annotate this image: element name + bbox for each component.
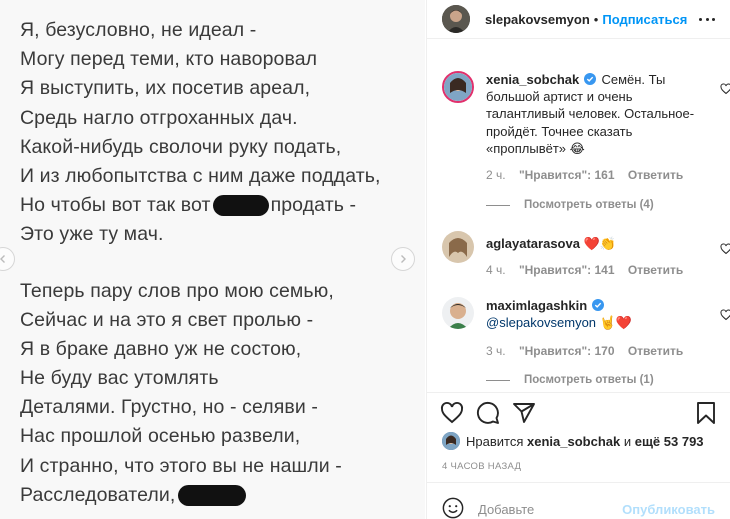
poem-line-part: продать - — [270, 194, 357, 217]
poem-text: Я, безусловно, не идеал - Могу перед тем… — [20, 16, 381, 510]
comment-body: aglayatarasova ❤️👏 — [486, 235, 708, 252]
divider — [486, 204, 510, 206]
avatar-image — [444, 73, 472, 101]
verified-icon — [583, 73, 596, 85]
divider — [427, 392, 730, 393]
poem-line: Это уже ту мач. — [20, 223, 164, 246]
prev-slide-button[interactable] — [0, 247, 15, 271]
comment-time: 3 ч. — [486, 344, 506, 358]
redaction-bar — [212, 195, 269, 217]
likes-user[interactable]: xenia_sobchak — [527, 434, 620, 449]
view-replies-button[interactable]: Посмотреть ответы (4) — [486, 199, 654, 211]
chevron-right-icon — [401, 255, 406, 263]
poem-line: Не буду вас утомлять — [20, 367, 219, 390]
poem-line-part: Но чтобы вот так вот — [20, 194, 211, 217]
verified-icon — [591, 299, 604, 311]
reply-button[interactable]: Ответить — [628, 344, 683, 358]
comment-likes[interactable]: "Нравится": 170 — [519, 344, 615, 358]
comment-body: xenia_sobchak Семён. Ты большой артист и… — [486, 71, 708, 157]
chevron-left-icon — [0, 255, 5, 263]
avatar-image — [442, 231, 474, 263]
comment-meta: 4 ч. "Нравится": 141 Ответить — [486, 263, 693, 277]
poem-line: И странно, что этого вы не нашли - — [20, 454, 342, 477]
view-replies-button[interactable]: Посмотреть ответы (1) — [486, 374, 654, 386]
comment-icon[interactable] — [476, 401, 500, 425]
author-username[interactable]: slepakovsemyon — [485, 12, 590, 27]
comment-input[interactable]: Добавьте — [478, 502, 534, 517]
post-header: slepakovsemyon • Подписаться — [427, 0, 730, 38]
next-slide-button[interactable] — [391, 247, 415, 271]
comment-time: 4 ч. — [486, 263, 506, 277]
comment-body: maximlagashkin @slepakovsemyon 🤘❤️ — [486, 297, 708, 331]
more-icon[interactable] — [699, 11, 715, 27]
comment-item: xenia_sobchak Семён. Ты большой артист и… — [442, 71, 730, 191]
comment-username[interactable]: aglayatarasova — [486, 236, 580, 251]
heart-icon[interactable] — [720, 243, 730, 255]
avatar[interactable] — [442, 231, 474, 263]
share-icon[interactable] — [512, 401, 536, 425]
post-sidebar: slepakovsemyon • Подписаться xenia_sobch… — [426, 0, 730, 519]
comment-likes[interactable]: "Нравится": 161 — [519, 168, 615, 182]
divider — [486, 379, 510, 381]
separator-dot: • — [593, 11, 599, 27]
poem-line: Средь нагло отгроханных дач. — [20, 106, 298, 129]
view-replies-label: Посмотреть ответы (4) — [524, 199, 654, 211]
comment-username[interactable]: maximlagashkin — [486, 298, 587, 313]
heart-icon[interactable] — [720, 309, 730, 321]
poem-line: Могу перед теми, кто наворовал — [20, 48, 318, 71]
publish-button[interactable]: Опубликовать — [622, 502, 715, 517]
redaction-bar — [178, 485, 247, 507]
reply-button[interactable]: Ответить — [628, 263, 683, 277]
avatar-image — [442, 432, 460, 450]
comment-item: aglayatarasova ❤️👏 4 ч. "Нравится": 141 … — [442, 231, 730, 281]
likes-summary: Нравится xenia_sobchak и ещё 53 793 — [442, 432, 704, 450]
poem-line: Нас прошлой осенью развели, — [20, 425, 301, 448]
bookmark-icon[interactable] — [694, 401, 718, 425]
poem-line: Сейчас и на это я свет пролью - — [20, 308, 314, 331]
poem-line: Я в браке давно уж не состою, — [20, 337, 302, 360]
comment-text: 🤘❤️ — [599, 315, 633, 331]
mention-link[interactable]: @slepakovsemyon — [486, 315, 596, 330]
follow-button[interactable]: Подписаться — [602, 12, 687, 27]
avatar-image — [442, 297, 474, 329]
poem-line-part: Расследователи, — [20, 483, 176, 506]
view-replies-label: Посмотреть ответы (1) — [524, 374, 654, 386]
heart-icon[interactable] — [440, 401, 464, 425]
heart-icon[interactable] — [720, 83, 730, 95]
emoji-icon[interactable] — [442, 497, 464, 519]
divider — [427, 482, 730, 483]
poem-line: Теперь пару слов про мою семью, — [20, 279, 334, 302]
poem-line: Я, безусловно, не идеал - — [20, 19, 257, 41]
poem-line: Какой-нибудь сволочи руку подать, — [20, 135, 342, 158]
avatar[interactable] — [442, 71, 474, 103]
poem-line: Расследователи, — [20, 481, 381, 510]
comment-meta: 3 ч. "Нравится": 170 Ответить — [486, 344, 693, 358]
comment-time: 2 ч. — [486, 168, 506, 182]
comment-text: ❤️👏 — [583, 236, 616, 251]
divider — [427, 38, 730, 39]
likes-middle: и — [623, 433, 632, 449]
avatar[interactable] — [442, 5, 470, 33]
reply-button[interactable]: Ответить — [628, 168, 683, 182]
comment-meta: 2 ч. "Нравится": 161 Ответить — [486, 168, 693, 182]
likes-prefix: Нравится — [466, 433, 524, 449]
poem-line: Я выступить, их посетив ареал, — [20, 77, 311, 100]
post-image: Я, безусловно, не идеал - Могу перед тем… — [0, 0, 425, 519]
avatar-image — [442, 5, 470, 33]
likes-others[interactable]: ещё 53 793 — [635, 434, 704, 449]
post-timestamp: 4 ЧАСОВ НАЗАД — [442, 461, 522, 472]
poem-line: Но чтобы вот так вот продать - — [20, 191, 381, 220]
poem-line: Деталями. Грустно, но - селяви - — [20, 396, 318, 419]
poem-line: И из любопытства с ним даже поддать, — [20, 164, 381, 187]
comment-item: maximlagashkin @slepakovsemyon 🤘❤️ 3 ч. … — [442, 297, 730, 362]
comment-likes[interactable]: "Нравится": 141 — [519, 263, 615, 277]
comment-username[interactable]: xenia_sobchak — [486, 72, 579, 87]
avatar[interactable] — [442, 432, 460, 450]
avatar[interactable] — [442, 297, 474, 329]
